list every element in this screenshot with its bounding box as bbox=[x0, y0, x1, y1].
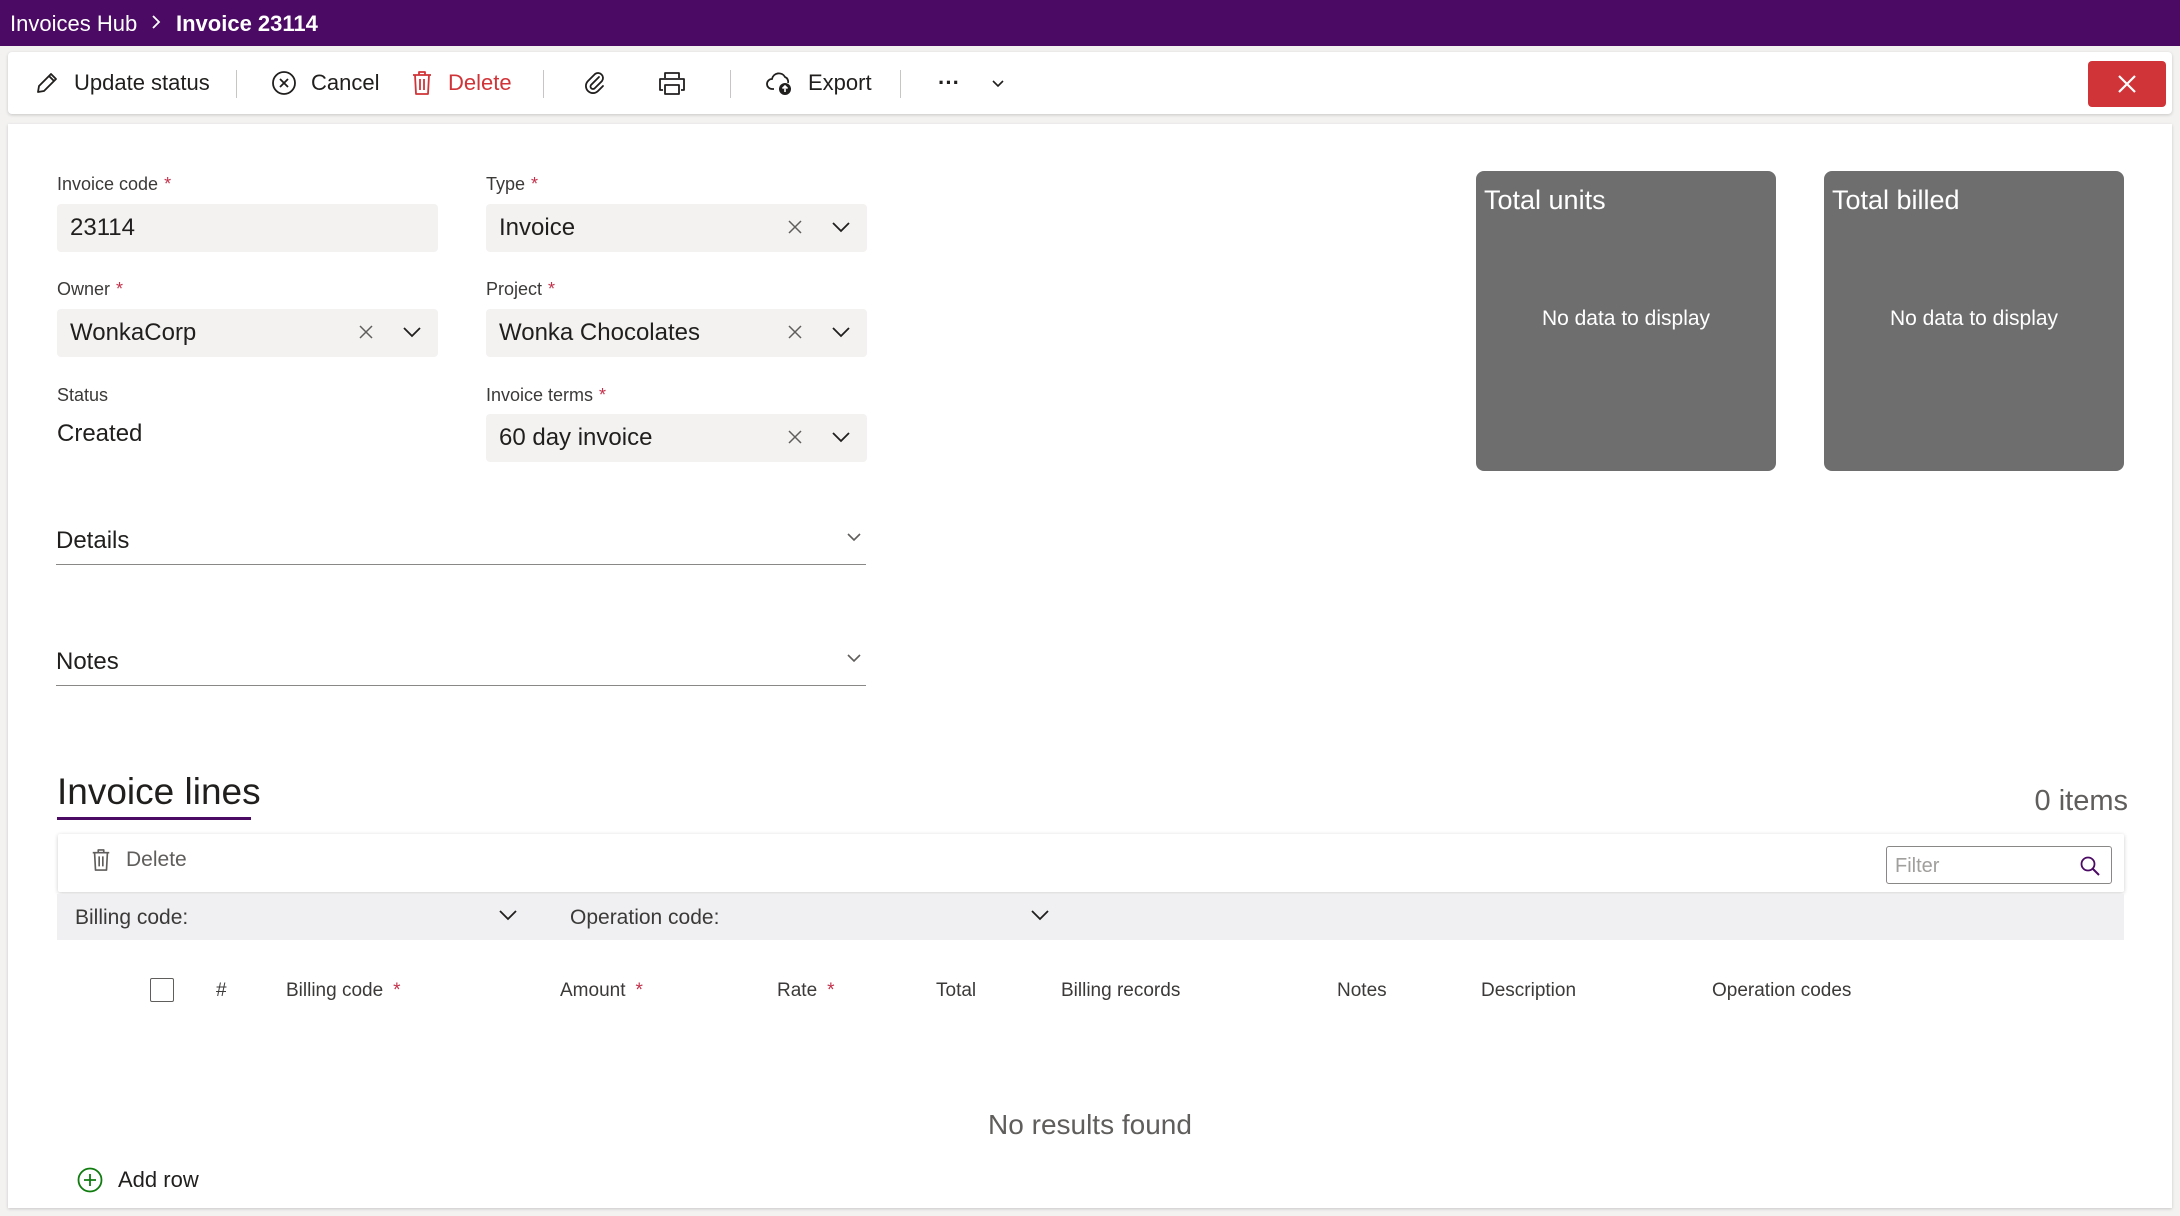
tile-empty-message: No data to display bbox=[1541, 307, 1711, 330]
grid-toolbar: Delete bbox=[58, 834, 2124, 892]
chevron-right-icon bbox=[150, 14, 162, 30]
more-icon: ··· bbox=[938, 70, 960, 95]
column-amount[interactable]: Amount * bbox=[560, 980, 643, 1002]
chevron-down-icon[interactable] bbox=[829, 321, 853, 343]
column-billing-records[interactable]: Billing records bbox=[1061, 980, 1180, 1002]
close-button[interactable] bbox=[2088, 61, 2166, 107]
cancel-circle-icon bbox=[271, 70, 311, 96]
chevron-down-icon[interactable] bbox=[400, 321, 424, 343]
toolbar-divider bbox=[900, 70, 901, 98]
tile-title: Total billed bbox=[1832, 185, 1960, 215]
add-circle-icon bbox=[76, 1166, 118, 1194]
filter-input[interactable] bbox=[1895, 853, 2065, 879]
paperclip-icon bbox=[582, 70, 622, 96]
total-billed-tile: Total billed No data to display bbox=[1824, 171, 2124, 471]
empty-state-message: No results found bbox=[988, 1109, 1192, 1140]
add-row-label: Add row bbox=[118, 1167, 199, 1192]
invoice-code-field[interactable]: 23114 bbox=[57, 204, 438, 252]
more-dropdown-button[interactable] bbox=[990, 66, 1020, 100]
invoice-lines-title: Invoice lines bbox=[57, 771, 261, 812]
delete-button[interactable]: Delete bbox=[410, 66, 512, 100]
select-all-checkbox[interactable] bbox=[150, 978, 174, 1002]
grid-filter-row: Billing code: Operation code: bbox=[57, 894, 2124, 940]
project-label: Project * bbox=[486, 279, 556, 299]
owner-dropdown[interactable]: WonkaCorp bbox=[57, 309, 438, 357]
chevron-down-icon bbox=[990, 77, 1020, 89]
tile-empty-message: No data to display bbox=[1889, 307, 2059, 330]
chevron-down-icon bbox=[847, 533, 861, 542]
grid-delete-button[interactable]: Delete bbox=[90, 848, 187, 872]
chevron-down-icon[interactable] bbox=[1029, 908, 1051, 924]
toolbar-divider bbox=[543, 70, 544, 98]
delete-label: Delete bbox=[448, 70, 512, 95]
clear-icon[interactable] bbox=[355, 321, 377, 343]
details-title: Details bbox=[56, 527, 130, 554]
tile-title: Total units bbox=[1484, 185, 1606, 215]
operation-code-filter[interactable]: Operation code: bbox=[570, 906, 719, 930]
details-section-header[interactable]: Details bbox=[56, 519, 866, 565]
notes-title: Notes bbox=[56, 648, 119, 675]
breadcrumb-root[interactable]: Invoices Hub bbox=[10, 11, 137, 37]
trash-icon bbox=[410, 70, 448, 96]
type-label: Type * bbox=[486, 174, 539, 194]
chevron-down-icon[interactable] bbox=[829, 216, 853, 238]
column-total[interactable]: Total bbox=[936, 980, 976, 1002]
type-dropdown[interactable]: Invoice bbox=[486, 204, 867, 252]
clear-icon[interactable] bbox=[784, 216, 806, 238]
owner-label: Owner * bbox=[57, 279, 124, 299]
print-button[interactable] bbox=[658, 66, 700, 100]
project-dropdown[interactable]: Wonka Chocolates bbox=[486, 309, 867, 357]
column-description[interactable]: Description bbox=[1481, 980, 1576, 1002]
attach-button[interactable] bbox=[582, 66, 622, 100]
more-commands-button[interactable]: ··· bbox=[938, 66, 960, 100]
clear-icon[interactable] bbox=[784, 321, 806, 343]
status-label: Status bbox=[57, 385, 109, 405]
column-rate[interactable]: Rate * bbox=[777, 980, 835, 1002]
invoice-terms-dropdown[interactable]: 60 day invoice bbox=[486, 414, 867, 462]
item-count: 0 items bbox=[2034, 785, 2128, 817]
add-row-button[interactable]: Add row bbox=[76, 1166, 199, 1194]
title-underline bbox=[57, 817, 251, 820]
clear-icon[interactable] bbox=[784, 426, 806, 448]
cancel-button[interactable]: Cancel bbox=[271, 66, 379, 100]
title-bar: Invoices Hub Invoice 23114 bbox=[0, 0, 2180, 46]
invoice-terms-label: Invoice terms * bbox=[486, 385, 607, 405]
command-bar: Update status Cancel Delete Export ··· bbox=[8, 52, 2172, 114]
status-value: Created bbox=[57, 420, 143, 447]
invoice-code-label: Invoice code * bbox=[57, 174, 172, 194]
total-units-tile: Total units No data to display bbox=[1476, 171, 1776, 471]
column-notes[interactable]: Notes bbox=[1337, 980, 1387, 1002]
trash-icon bbox=[90, 848, 126, 872]
column-operation-codes[interactable]: Operation codes bbox=[1712, 980, 1851, 1002]
billing-code-filter[interactable]: Billing code: bbox=[75, 906, 188, 930]
export-label: Export bbox=[808, 70, 872, 95]
pencil-icon bbox=[34, 70, 74, 96]
cancel-label: Cancel bbox=[311, 70, 380, 95]
breadcrumb-current: Invoice 23114 bbox=[176, 11, 318, 36]
chevron-down-icon[interactable] bbox=[829, 426, 853, 448]
grid-delete-label: Delete bbox=[126, 848, 187, 871]
toolbar-divider bbox=[730, 70, 731, 98]
close-icon bbox=[2116, 73, 2138, 95]
export-button[interactable]: Export bbox=[766, 66, 872, 100]
column-number[interactable]: # bbox=[216, 980, 227, 1002]
toolbar-divider bbox=[236, 70, 237, 98]
notes-section-header[interactable]: Notes bbox=[56, 640, 866, 686]
cloud-export-icon bbox=[766, 70, 808, 96]
printer-icon bbox=[658, 70, 700, 96]
chevron-down-icon[interactable] bbox=[497, 908, 519, 924]
chevron-down-icon bbox=[847, 654, 861, 663]
update-status-label: Update status bbox=[74, 70, 210, 95]
filter-box bbox=[1886, 846, 2112, 884]
search-icon[interactable] bbox=[2079, 855, 2101, 877]
update-status-button[interactable]: Update status bbox=[34, 66, 210, 100]
column-billing-code[interactable]: Billing code * bbox=[286, 980, 401, 1002]
